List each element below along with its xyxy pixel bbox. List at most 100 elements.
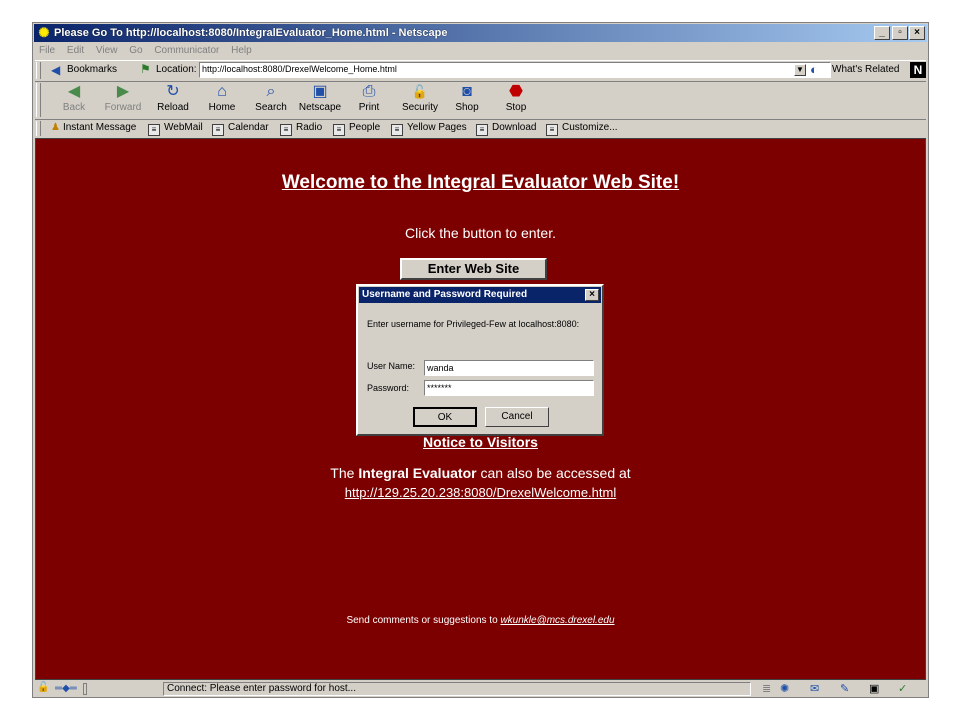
page-proxy-icon[interactable]: ⚑ <box>140 62 151 76</box>
menu-bar: File Edit View Go Communicator Help <box>35 42 926 59</box>
calendar-button[interactable]: ≡ Calendar <box>212 122 269 136</box>
access-suffix: can also be accessed at <box>476 465 631 481</box>
location-label: Location: <box>156 64 197 75</box>
download-button[interactable]: ≡ Download <box>476 122 536 136</box>
location-toolbar: ◀ Bookmarks ⚑ Location: http://localhost… <box>35 60 926 82</box>
dialog-close-button[interactable]: × <box>585 289 599 301</box>
radio-button[interactable]: ≡ Radio <box>280 122 322 136</box>
webmail-label: WebMail <box>164 122 203 133</box>
home-button[interactable]: ⌂ Home <box>197 82 247 113</box>
customize-label: Customize... <box>562 122 618 133</box>
bookmark-page-icon: ≡ <box>333 124 345 136</box>
comments-email-link[interactable]: wkunkle@mcs.drexel.edu <box>500 615 614 626</box>
toolbar-grip[interactable] <box>36 121 41 136</box>
notice-to-visitors-link[interactable]: Notice to Visitors <box>36 434 925 450</box>
status-text: Connect: Please enter password for host.… <box>167 683 356 694</box>
menu-file[interactable]: File <box>39 42 55 59</box>
address-book-icon[interactable]: ▣ <box>869 682 879 695</box>
url-text: http://localhost:8080/DrexelWelcome_Home… <box>202 64 397 74</box>
back-button[interactable]: ◀ Back <box>49 82 99 113</box>
netscape-button[interactable]: ▣ Netscape <box>295 82 345 113</box>
password-label: Password: <box>367 383 410 393</box>
bookmark-page-icon: ≡ <box>212 124 224 136</box>
shop-label: Shop <box>455 102 479 113</box>
stop-button[interactable]: ⬣ Stop <box>491 82 541 113</box>
progress-bar <box>83 683 87 695</box>
instant-message-status-icon[interactable]: ✓ <box>898 682 907 695</box>
whats-related-icon: ◐ <box>810 62 818 77</box>
security-label: Security <box>401 102 439 113</box>
back-label: Back <box>62 102 86 113</box>
status-text-box: Connect: Please enter password for host.… <box>163 682 751 696</box>
enter-web-site-button[interactable]: Enter Web Site <box>400 258 547 280</box>
reload-icon: ↻ <box>166 83 180 100</box>
bookmarks-icon: ◀ <box>51 63 61 77</box>
security-lock-icon[interactable]: 🔓 <box>37 682 49 693</box>
online-connection-icon[interactable]: ═◆═ <box>55 683 77 694</box>
navigator-icon[interactable]: ✺ <box>780 682 789 695</box>
netscape-icon: ▣ <box>312 83 328 100</box>
instant-message-label: Instant Message <box>62 122 137 133</box>
whats-related-button[interactable]: What's Related <box>832 64 900 75</box>
access-prefix: The <box>330 465 359 481</box>
forward-button[interactable]: ▶ Forward <box>98 82 148 113</box>
toolbar-grip[interactable] <box>36 83 41 117</box>
menu-go[interactable]: Go <box>129 42 142 59</box>
maximize-button[interactable]: ▫ <box>892 26 908 40</box>
mail-icon[interactable]: ✉ <box>810 682 819 695</box>
window-title: Please Go To http://localhost:8080/Integ… <box>54 27 448 39</box>
access-url-link[interactable]: http://129.25.20.238:8080/DrexelWelcome.… <box>36 485 925 500</box>
shop-button[interactable]: ◙ Shop <box>442 82 492 113</box>
username-label: User Name: <box>367 361 416 371</box>
menu-help[interactable]: Help <box>231 42 252 59</box>
reload-label: Reload <box>157 102 189 113</box>
bookmarks-button[interactable]: Bookmarks <box>67 64 117 75</box>
yellow-pages-button[interactable]: ≡ Yellow Pages <box>391 122 467 136</box>
reload-button[interactable]: ↻ Reload <box>148 82 198 113</box>
stop-label: Stop <box>505 102 527 113</box>
home-icon: ⌂ <box>217 83 227 100</box>
bookmark-page-icon: ≡ <box>391 124 403 136</box>
stop-icon: ⬣ <box>509 83 523 100</box>
search-label: Search <box>255 102 287 113</box>
security-button[interactable]: 🔓 Security <box>395 82 445 113</box>
password-input[interactable]: ******* <box>424 380 594 396</box>
print-button[interactable]: ⎙ Print <box>344 82 394 113</box>
close-button[interactable]: × <box>909 26 925 40</box>
forward-icon: ▶ <box>116 83 130 100</box>
dialog-title-bar: Username and Password Required × <box>359 287 601 303</box>
username-input[interactable]: wanda <box>424 360 594 376</box>
people-button[interactable]: ≡ People <box>333 122 380 136</box>
dialog-prompt: Enter username for Privileged-Few at loc… <box>367 319 580 329</box>
people-label: People <box>349 122 381 133</box>
menu-view[interactable]: View <box>96 42 118 59</box>
calendar-label: Calendar <box>228 122 269 133</box>
comments-text: Send comments or suggestions to wkunkle@… <box>36 615 925 626</box>
auth-dialog: Username and Password Required × Enter u… <box>356 284 604 436</box>
search-button[interactable]: ⌕ Search <box>246 82 296 113</box>
url-dropdown-arrow-icon[interactable]: ▼ <box>794 64 806 76</box>
webmail-button[interactable]: ≡ WebMail <box>148 122 203 136</box>
personal-toolbar: ♟ Instant Message ≡ WebMail ≡ Calendar ≡ Rad… <box>35 120 926 137</box>
print-label: Print <box>358 102 380 113</box>
cancel-button[interactable]: Cancel <box>485 407 549 427</box>
bookmark-page-icon: ≡ <box>148 124 160 136</box>
url-input[interactable]: http://localhost:8080/DrexelWelcome_Home… <box>199 62 831 78</box>
netscape-label: Netscape <box>298 102 342 113</box>
menu-edit[interactable]: Edit <box>67 42 84 59</box>
component-bar-icon[interactable]: ≣ <box>762 682 771 695</box>
menu-communicator[interactable]: Communicator <box>154 42 219 59</box>
toolbar-grip[interactable] <box>36 62 41 79</box>
minimize-button[interactable]: _ <box>874 26 890 40</box>
forward-label: Forward <box>104 102 142 113</box>
back-icon: ◀ <box>67 83 81 100</box>
bookmark-page-icon: ≡ <box>546 124 558 136</box>
composer-icon[interactable]: ✎ <box>840 682 849 695</box>
shop-icon: ◙ <box>462 83 472 100</box>
customize-button[interactable]: ≡ Customize... <box>546 122 618 136</box>
security-icon: 🔓 <box>411 84 429 99</box>
access-app-name: Integral Evaluator <box>358 465 477 481</box>
instant-message-button[interactable]: ♟ Instant Message <box>51 122 136 133</box>
ok-button[interactable]: OK <box>413 407 477 427</box>
netscape-logo[interactable]: N <box>910 62 926 78</box>
